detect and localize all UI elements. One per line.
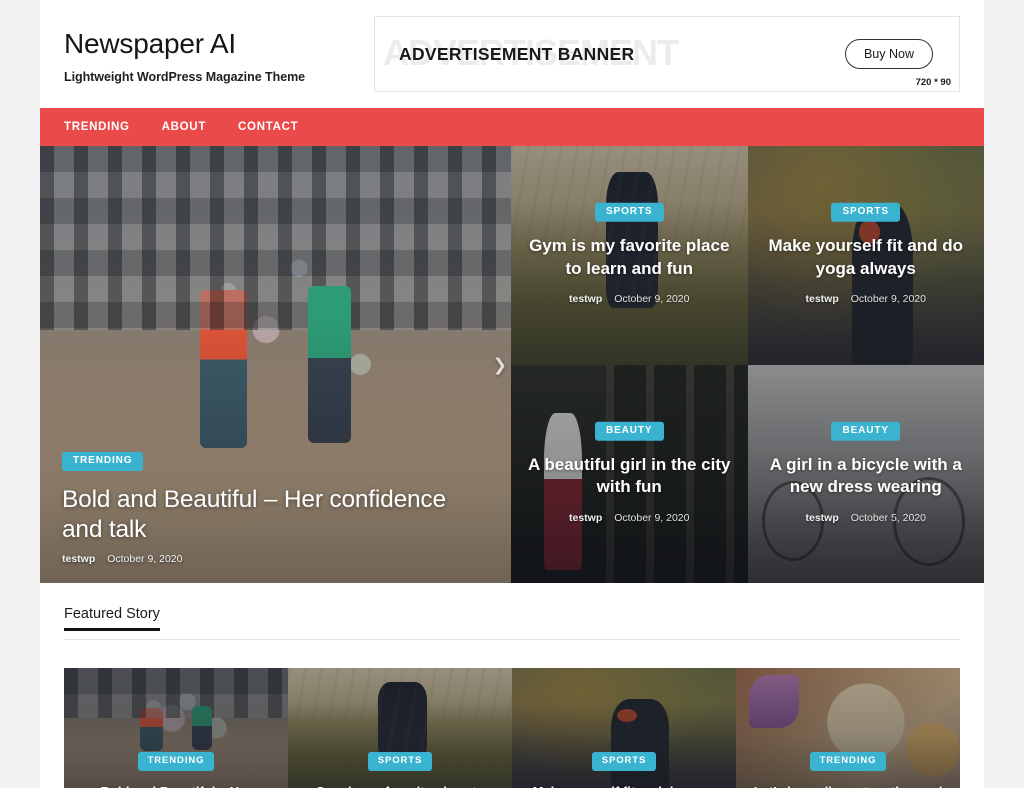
featured-card-content: TRENDING Bold and Beautiful – Her [64, 750, 288, 788]
tile-category-badge[interactable]: BEAUTY [595, 422, 664, 441]
featured-card-dinner[interactable]: TRENDING Let’s have dinner together and [736, 668, 960, 788]
nav-item-trending[interactable]: TRENDING [64, 121, 130, 133]
advertisement-banner[interactable]: ADVERTISEMENT ADVERTISEMENT BANNER Buy N… [374, 16, 960, 92]
featured-card-content: SPORTS Gym is my favorite place to [288, 750, 512, 788]
featured-card-title[interactable]: Make yourself fit and do yoga [522, 783, 726, 788]
buy-now-button[interactable]: Buy Now [845, 39, 933, 69]
hero-featured-post[interactable]: TRENDING Bold and Beautiful – Her confid… [40, 146, 511, 583]
nav-item-contact[interactable]: CONTACT [238, 121, 298, 133]
tile-post-meta: testwp October 9, 2020 [527, 293, 732, 305]
tile-content: BEAUTY A beautiful girl in the city with… [511, 420, 748, 524]
tile-post-meta: testwp October 5, 2020 [764, 512, 969, 524]
tile-post-date: October 9, 2020 [851, 293, 926, 305]
site-title[interactable]: Newspaper AI [64, 28, 374, 60]
hero-post-date: October 9, 2020 [107, 553, 182, 565]
tile-post-date: October 5, 2020 [851, 512, 926, 524]
tile-post-title[interactable]: Gym is my favorite place to learn and fu… [527, 235, 732, 280]
featured-story-section: Featured Story TRENDING Bold and Beautif… [40, 583, 984, 788]
tile-post-date: October 9, 2020 [614, 293, 689, 305]
ad-headline: ADVERTISEMENT BANNER [399, 44, 634, 65]
tile-category-badge[interactable]: SPORTS [595, 203, 664, 222]
featured-card-yoga[interactable]: SPORTS Make yourself fit and do yoga [512, 668, 736, 788]
site-branding[interactable]: Newspaper AI Lightweight WordPress Magaz… [64, 24, 374, 83]
tile-post-author[interactable]: testwp [806, 512, 839, 524]
site-header: Newspaper AI Lightweight WordPress Magaz… [40, 0, 984, 108]
tile-post-title[interactable]: Make yourself fit and do yoga always [764, 235, 969, 280]
ad-size-label: 720 * 90 [916, 77, 951, 88]
hero-post-author[interactable]: testwp [62, 553, 95, 565]
hero-tile-beautiful-girl[interactable]: BEAUTY A beautiful girl in the city with… [511, 365, 748, 584]
hero-post-title[interactable]: Bold and Beautiful – Her confidence and … [62, 485, 489, 544]
tile-category-badge[interactable]: BEAUTY [831, 422, 900, 441]
nav-item-about[interactable]: ABOUT [162, 121, 206, 133]
hero-tile-gym[interactable]: SPORTS Gym is my favorite place to learn… [511, 146, 748, 365]
hero-tile-yoga[interactable]: SPORTS Make yourself fit and do yoga alw… [748, 146, 985, 365]
tile-post-author[interactable]: testwp [569, 293, 602, 305]
featured-card-content: TRENDING Let’s have dinner together and [736, 750, 960, 788]
chevron-right-icon[interactable]: ❯ [493, 356, 507, 373]
tile-category-badge[interactable]: SPORTS [831, 203, 900, 222]
hero-category-badge[interactable]: TRENDING [62, 452, 143, 471]
hero-tile-grid: SPORTS Gym is my favorite place to learn… [511, 146, 984, 583]
tile-post-title[interactable]: A beautiful girl in the city with fun [527, 454, 732, 499]
tile-post-meta: testwp October 9, 2020 [527, 512, 732, 524]
tile-post-title[interactable]: A girl in a bicycle with a new dress wea… [764, 454, 969, 499]
featured-card-grid: TRENDING Bold and Beautiful – Her SPORTS… [64, 668, 960, 788]
site-tagline: Lightweight WordPress Magazine Theme [64, 70, 374, 84]
tile-content: SPORTS Gym is my favorite place to learn… [511, 201, 748, 305]
hero-post-meta: testwp October 9, 2020 [62, 553, 489, 565]
featured-card-bold-and-beautiful[interactable]: TRENDING Bold and Beautiful – Her [64, 668, 288, 788]
tile-post-author[interactable]: testwp [569, 512, 602, 524]
featured-card-title[interactable]: Bold and Beautiful – Her [74, 783, 278, 788]
hero-content: TRENDING Bold and Beautiful – Her confid… [62, 450, 489, 565]
featured-card-title[interactable]: Let’s have dinner together and [746, 783, 950, 788]
featured-card-title[interactable]: Gym is my favorite place to [298, 783, 502, 788]
page-container: Newspaper AI Lightweight WordPress Magaz… [40, 0, 984, 788]
tile-post-meta: testwp October 9, 2020 [764, 293, 969, 305]
featured-card-content: SPORTS Make yourself fit and do yoga [512, 750, 736, 788]
hero-grid: TRENDING Bold and Beautiful – Her confid… [40, 146, 984, 583]
tile-post-author[interactable]: testwp [806, 293, 839, 305]
hero-tile-bicycle-girl[interactable]: BEAUTY A girl in a bicycle with a new dr… [748, 365, 985, 584]
featured-card-gym[interactable]: SPORTS Gym is my favorite place to [288, 668, 512, 788]
section-header: Featured Story [64, 605, 960, 640]
tile-content: SPORTS Make yourself fit and do yoga alw… [748, 201, 985, 305]
tile-content: BEAUTY A girl in a bicycle with a new dr… [748, 420, 985, 524]
tile-post-date: October 9, 2020 [614, 512, 689, 524]
section-title: Featured Story [64, 606, 160, 631]
main-navigation: TRENDING ABOUT CONTACT [40, 108, 984, 146]
